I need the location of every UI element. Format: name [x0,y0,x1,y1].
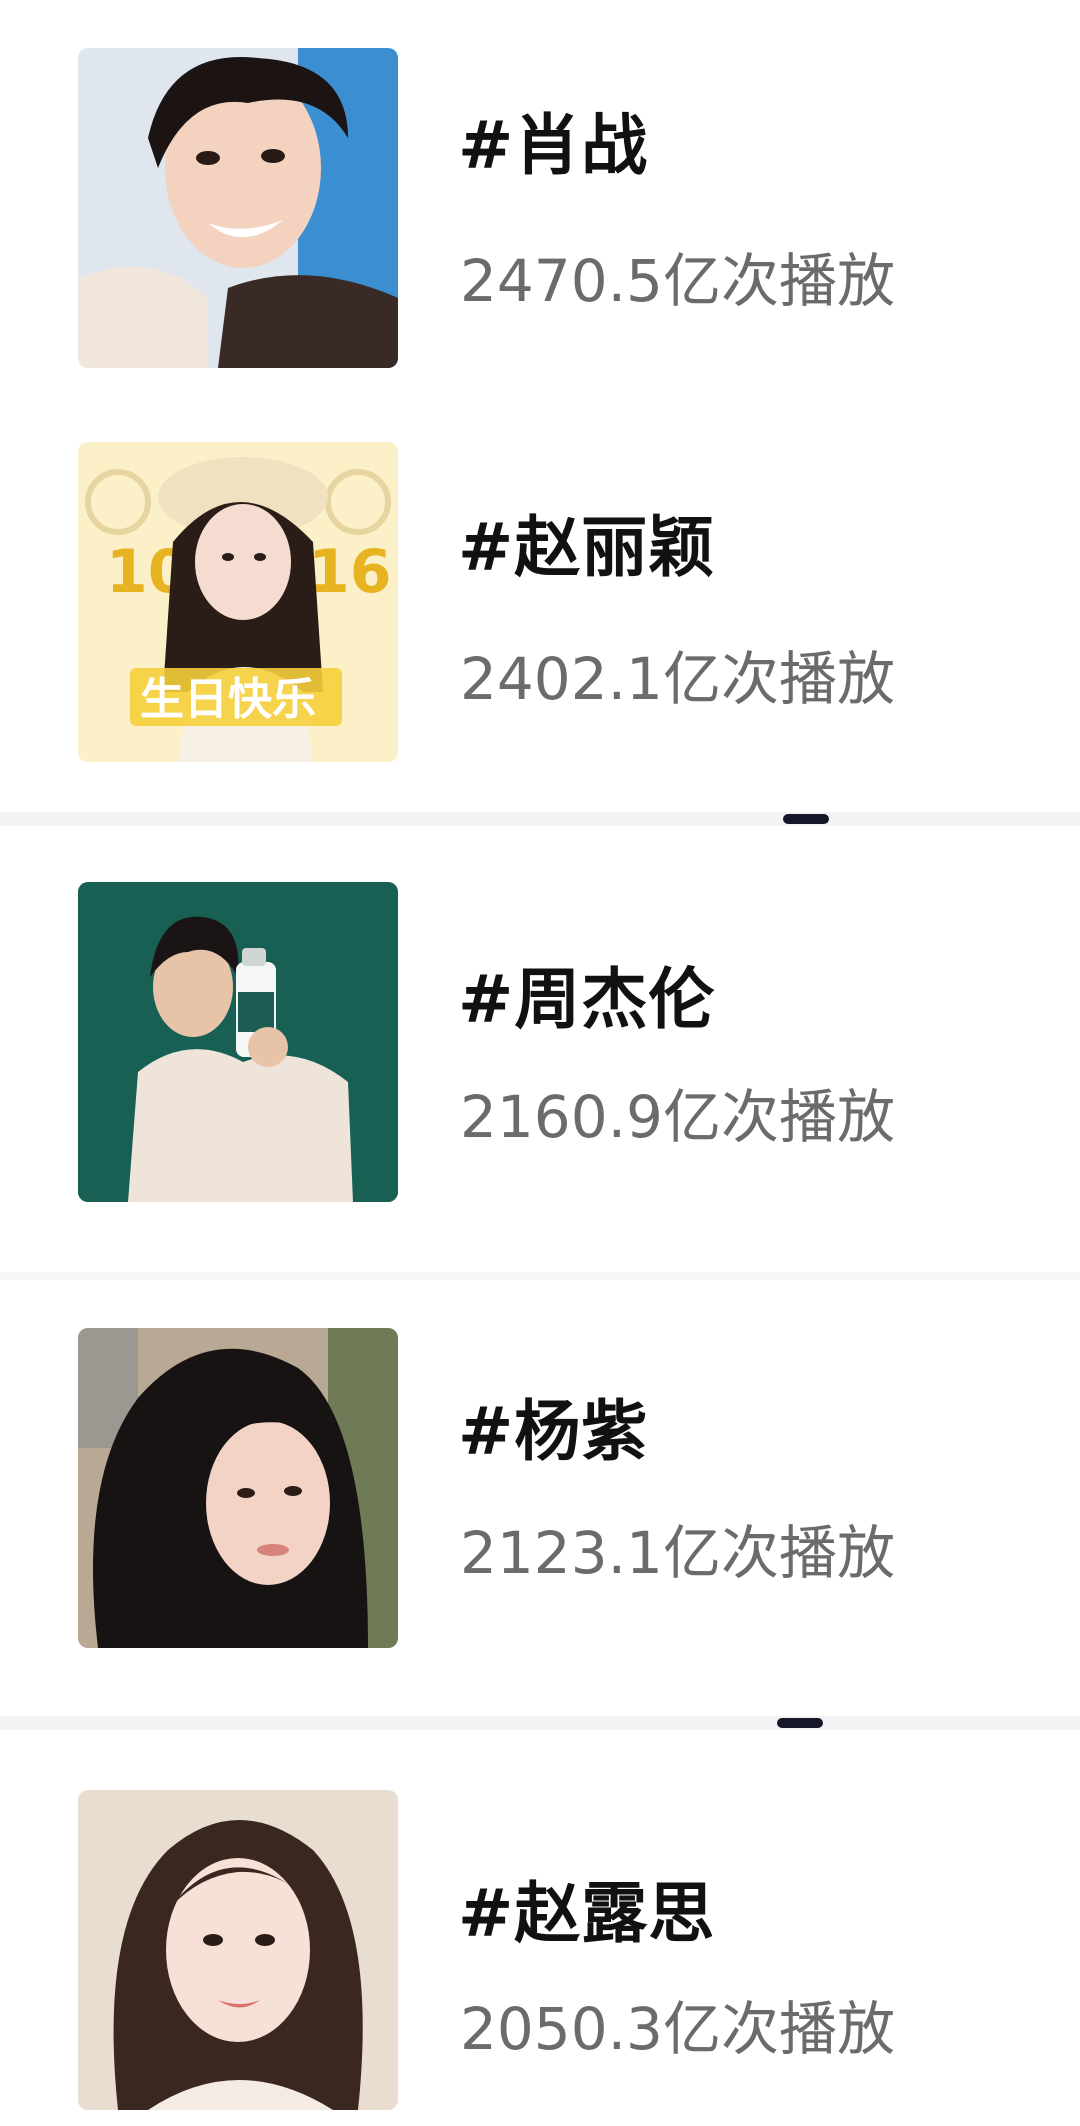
thumbnail-image[interactable] [78,48,398,368]
drag-handle-icon [777,1718,823,1728]
poster-caption: 生日快乐 [140,674,316,725]
section-separator [0,1716,1080,1730]
play-count: 2470.5亿次播放 [460,247,895,315]
portrait-photo-icon [78,882,398,1202]
hashtag-title[interactable]: #杨紫 [458,1378,648,1474]
thumbnail-image[interactable] [78,1328,398,1648]
list-item[interactable]: #周杰伦 2160.9亿次播放 [0,826,1080,1274]
portrait-photo-icon [78,48,398,368]
portrait-photo-icon [78,1328,398,1648]
hashtag-title[interactable]: #周杰伦 [458,946,715,1042]
hashtag-title[interactable]: #赵丽颖 [458,494,715,590]
hashtag-ranking-list: #肖战 2470.5亿次播放 10 16 生日快乐 #赵丽颖 2402.1亿次播 [0,0,1080,2126]
list-item[interactable]: #杨紫 2123.1亿次播放 [0,1280,1080,1718]
portrait-photo-icon [78,1790,398,2110]
play-count: 2160.9亿次播放 [460,1083,895,1151]
birthday-poster-icon: 10 16 生日快乐 [78,442,398,762]
hashtag-title[interactable]: #赵露思 [458,1860,715,1956]
play-count: 2123.1亿次播放 [460,1519,895,1587]
thumbnail-image[interactable]: 10 16 生日快乐 [78,442,398,762]
section-separator [0,812,1080,826]
play-count: 2402.1亿次播放 [460,645,895,713]
thumbnail-image[interactable] [78,1790,398,2110]
drag-handle-icon [783,814,829,824]
play-count: 2050.3亿次播放 [460,1995,895,2063]
list-item[interactable]: #肖战 2470.5亿次播放 [0,0,1080,412]
section-separator [0,1272,1080,1280]
poster-number-right: 16 [308,537,392,607]
list-item[interactable]: #赵露思 2050.3亿次播放 [0,1730,1080,2126]
thumbnail-image[interactable] [78,882,398,1202]
hashtag-title[interactable]: #肖战 [458,92,648,188]
list-item[interactable]: 10 16 生日快乐 #赵丽颖 2402.1亿次播放 [0,412,1080,810]
